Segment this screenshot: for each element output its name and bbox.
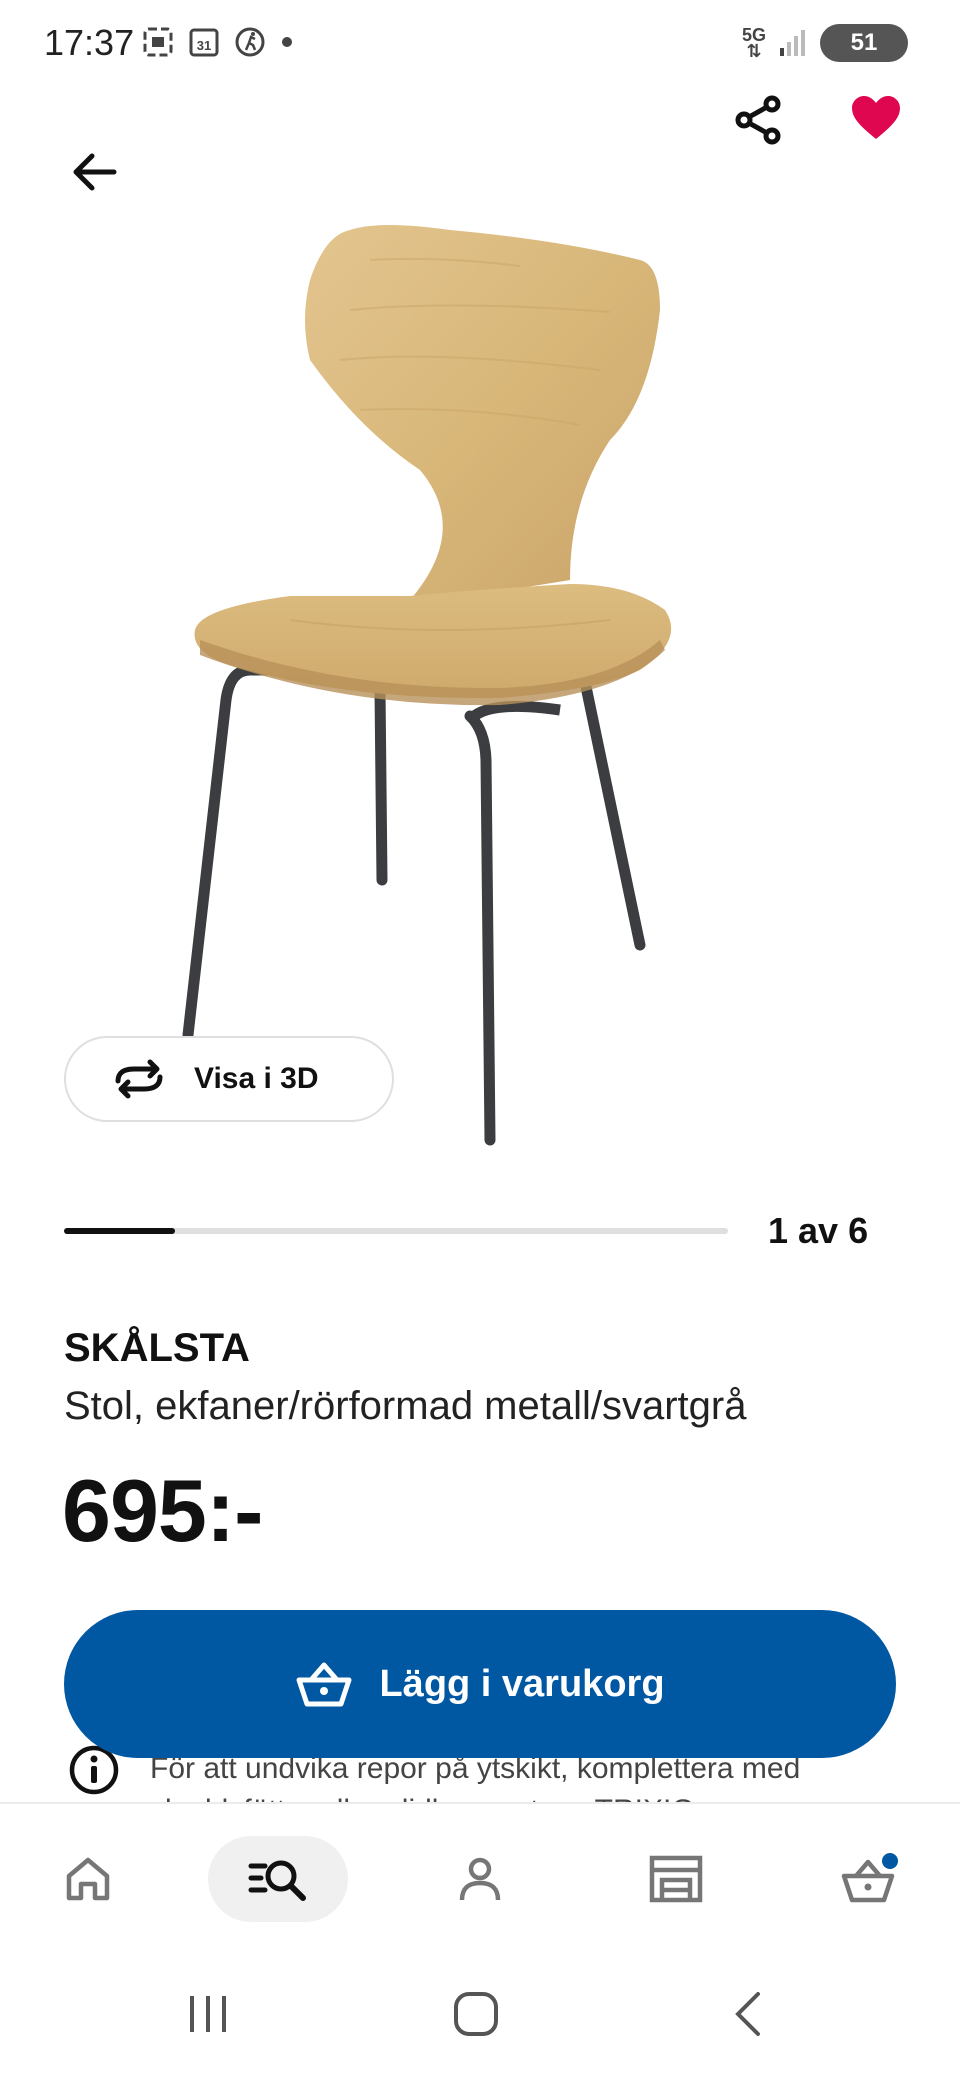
store-icon	[649, 1855, 703, 1903]
home-icon	[66, 1857, 110, 1901]
nav-search[interactable]	[208, 1836, 348, 1922]
nav-home[interactable]	[18, 1836, 158, 1922]
back-button[interactable]	[70, 140, 118, 204]
heart-icon	[852, 96, 900, 139]
cart-icon	[841, 1853, 898, 1903]
search-icon	[248, 1860, 306, 1901]
gallery-progress-bar	[64, 1228, 728, 1234]
bottom-navigation	[0, 1802, 960, 1952]
add-to-cart-label: Lägg i varukorg	[379, 1662, 665, 1705]
product-image[interactable]	[140, 200, 820, 1160]
share-button[interactable]	[724, 90, 792, 150]
profile-icon	[459, 1857, 501, 1901]
home-system-button[interactable]	[436, 1982, 516, 2046]
system-back-button[interactable]	[708, 1982, 788, 2046]
cart-badge	[882, 1853, 898, 1869]
product-price: 695:-	[62, 1461, 263, 1560]
gallery-progress-fill	[64, 1228, 175, 1234]
view-3d-label: Visa i 3D	[194, 1062, 319, 1095]
gallery-page-indicator: 1 av 6	[768, 1210, 869, 1251]
add-to-cart-button[interactable]: Lägg i varukorg	[64, 1610, 896, 1758]
system-navigation-bar	[0, 1952, 960, 2080]
product-description[interactable]: Stol, ekfaner/rörformad metall/svartgrå	[64, 1384, 746, 1429]
product-name: SKÅLSTA	[64, 1326, 250, 1370]
recent-apps-button[interactable]	[168, 1982, 248, 2046]
calendar-icon: 31	[189, 28, 219, 57]
favorite-button[interactable]	[842, 88, 910, 148]
signal-icon	[780, 30, 805, 56]
basket-icon	[296, 1662, 352, 1707]
recent-apps-icon	[190, 1996, 226, 2032]
share-icon	[735, 95, 781, 145]
network-indicator: 5G ⇅	[741, 25, 766, 61]
notification-icons: 31	[142, 26, 294, 58]
chevron-left-icon	[735, 1992, 760, 2036]
arrow-left-icon	[73, 153, 117, 191]
status-time: 17:37	[44, 22, 135, 63]
home-circle-icon	[454, 1992, 498, 2036]
dot-icon	[282, 37, 292, 47]
rotate-3d-icon	[115, 1059, 163, 1099]
nav-cart[interactable]	[800, 1836, 940, 1922]
nav-profile[interactable]	[410, 1836, 550, 1922]
svg-text:31: 31	[197, 38, 211, 53]
activity-icon	[235, 27, 265, 57]
nav-stores[interactable]	[606, 1836, 746, 1922]
screenshot-icon	[143, 27, 173, 57]
system-status-icons: 5G ⇅ 51	[742, 24, 908, 62]
view-3d-button[interactable]: Visa i 3D	[64, 1036, 394, 1122]
battery-indicator: 51	[820, 24, 908, 62]
status-bar: 17:37 31 5G ⇅ 51	[0, 0, 960, 90]
